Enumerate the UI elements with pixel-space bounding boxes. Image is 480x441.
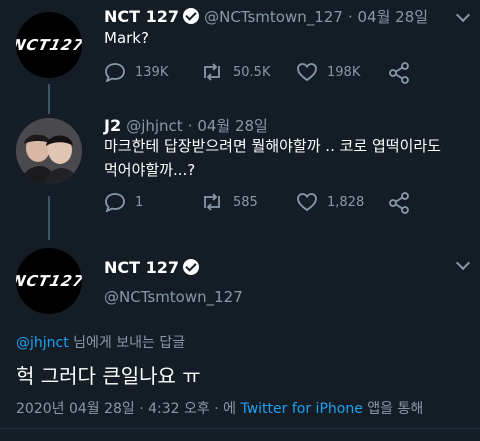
reply-to-label: 님에게 보내는 답글 xyxy=(68,335,186,351)
heart-icon xyxy=(297,63,317,82)
handle[interactable]: @NCTsmtown_127 xyxy=(104,288,243,306)
tweet-text-line: 먹어야할까...? xyxy=(104,161,196,179)
reply-icon xyxy=(105,193,125,212)
reply-button[interactable]: 1 xyxy=(104,192,143,212)
reply-count: 1 xyxy=(135,194,144,210)
share-button[interactable] xyxy=(388,192,419,214)
tweet-text: 마크한테 답장받으려면 뭘해야할까 .. 코로 엽떡이라도 먹어야할까...? xyxy=(104,134,474,182)
avatar[interactable]: NCT127 xyxy=(16,12,82,78)
tweet-date[interactable]: 04월 28일 xyxy=(197,117,268,135)
handle[interactable]: @jhjnct xyxy=(126,117,182,135)
tweet-header: NCT 127 @NCTsmtown_127 · 04월 28일 xyxy=(104,7,429,26)
like-button[interactable]: 1,828 xyxy=(296,192,364,212)
tweet-header: NCT 127 xyxy=(104,258,200,277)
handle[interactable]: @NCTsmtown_127 xyxy=(204,8,343,26)
nct127-logo: NCT127 xyxy=(16,272,82,290)
avatar[interactable]: NCT127 xyxy=(16,248,82,314)
like-count: 198K xyxy=(327,64,361,80)
retweet-icon xyxy=(204,63,220,81)
timestamp-text[interactable]: 2020년 04월 28일 · 4:32 오후 · 에 xyxy=(16,401,240,417)
retweet-button[interactable]: 50.5K xyxy=(200,62,270,82)
source-suffix: 앱을 통해 xyxy=(362,401,424,417)
display-name[interactable]: NCT 127 xyxy=(104,258,179,277)
thread-line xyxy=(48,84,50,114)
tweet-date[interactable]: 04월 28일 xyxy=(358,8,429,26)
share-icon xyxy=(389,192,409,214)
verified-icon xyxy=(183,8,200,24)
chevron-down-icon[interactable] xyxy=(455,7,471,23)
avatar[interactable] xyxy=(16,118,82,184)
tweet-text: Mark? xyxy=(104,29,149,47)
retweet-count: 585 xyxy=(233,194,258,210)
tweet-header: J2 @jhjnct · 04월 28일 xyxy=(104,116,268,135)
thread-line xyxy=(48,196,50,240)
heart-icon xyxy=(297,193,317,212)
source-link[interactable]: Twitter for iPhone xyxy=(240,401,362,417)
like-button[interactable]: 198K xyxy=(296,62,360,82)
reply-button[interactable]: 139K xyxy=(104,62,168,82)
profile-photo xyxy=(16,118,82,184)
reply-context: @jhjnct 님에게 보내는 답글 xyxy=(16,332,185,352)
display-name[interactable]: NCT 127 xyxy=(104,7,179,26)
display-name[interactable]: J2 xyxy=(104,116,121,135)
share-icon xyxy=(389,62,409,84)
retweet-icon xyxy=(204,193,220,211)
verified-icon xyxy=(183,259,200,275)
tweet-timestamp: 2020년 04월 28일 · 4:32 오후 · 에 Twitter for … xyxy=(16,398,423,418)
chevron-down-icon[interactable] xyxy=(455,255,471,271)
reply-count: 139K xyxy=(135,64,169,80)
reply-to-link[interactable]: @jhjnct xyxy=(16,335,69,351)
tweet-text-line: 마크한테 답장받으려면 뭘해야할까 .. 코로 엽떡이라도 xyxy=(104,137,441,155)
retweet-count: 50.5K xyxy=(233,64,271,80)
share-button[interactable] xyxy=(388,62,419,84)
reply-icon xyxy=(105,63,125,82)
retweet-button[interactable]: 585 xyxy=(200,192,258,212)
nct127-logo: NCT127 xyxy=(16,36,82,54)
tweet-text: 헉 그러다 큰일나요 ㅠ xyxy=(16,364,201,388)
divider xyxy=(0,428,480,429)
like-count: 1,828 xyxy=(327,194,365,210)
